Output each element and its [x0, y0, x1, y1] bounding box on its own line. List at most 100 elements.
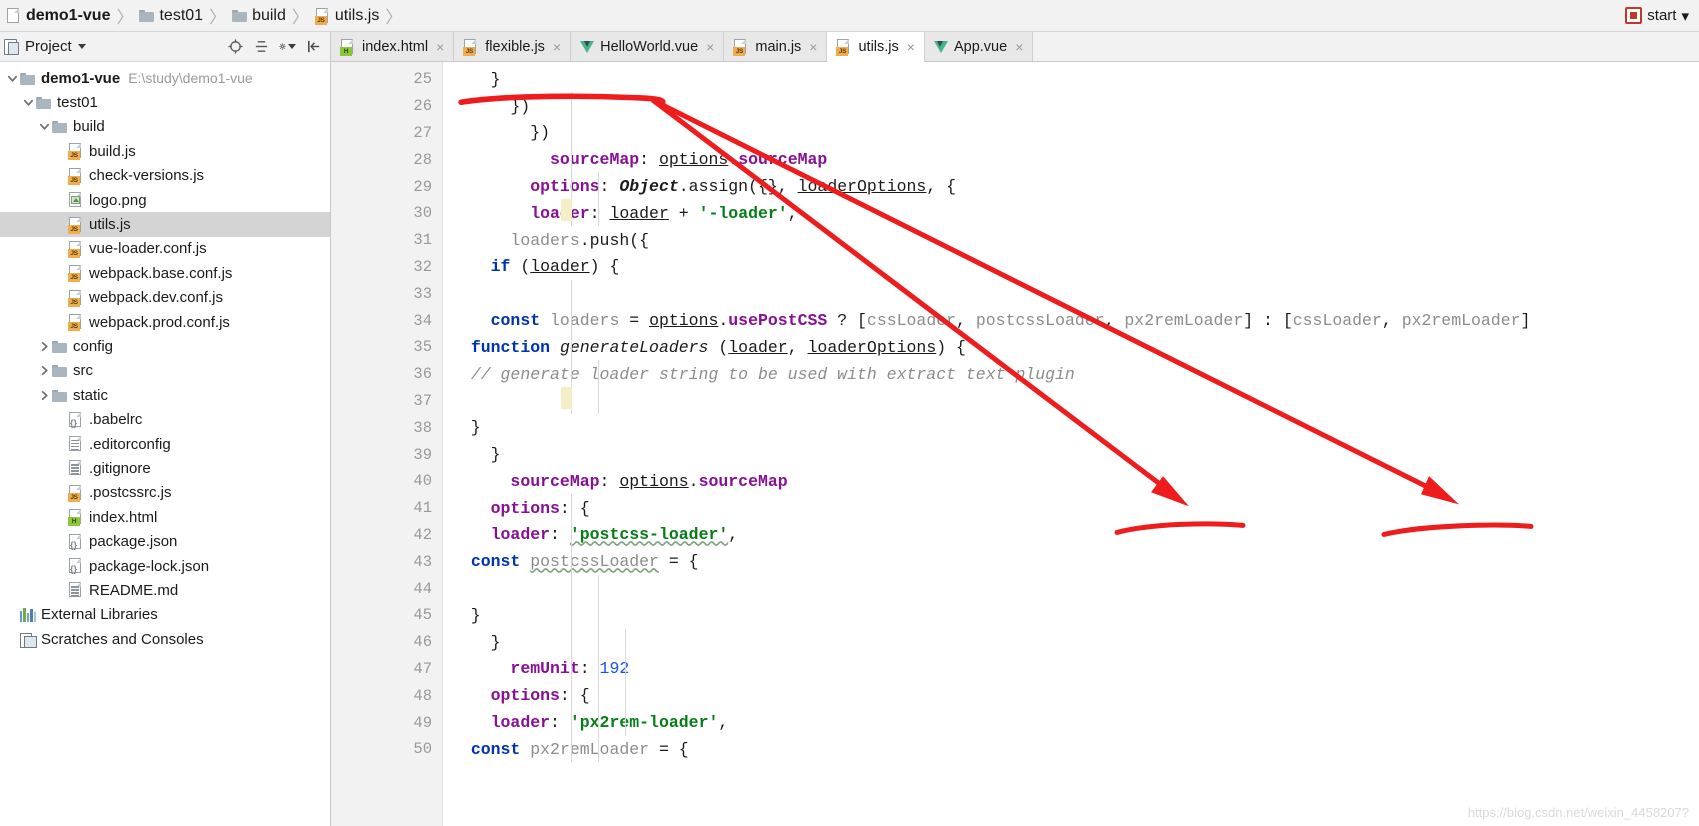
line-number[interactable]: 42	[331, 522, 442, 549]
tree-item-webpack-base-conf-js[interactable]: JS webpack.base.conf.js	[0, 261, 330, 285]
breadcrumb-item-test01[interactable]: test01	[139, 7, 203, 25]
tree-item-scratches-and-consoles[interactable]: Scratches and Consoles	[0, 627, 330, 651]
code-editor[interactable]: 25 26 27 28 29 30 31 32 33 34 35 36 37 38 39 40 41 42 43 44…	[331, 62, 1699, 826]
tree-item-config[interactable]: config	[0, 334, 330, 358]
code-line[interactable]: loader: loader + '-loader',	[443, 200, 1699, 227]
line-number[interactable]: 31	[331, 227, 442, 254]
tree-item-build-js[interactable]: JS build.js	[0, 139, 330, 163]
tree-item-src[interactable]: src	[0, 359, 330, 383]
code-line[interactable]: }	[443, 66, 1699, 93]
hide-panel-icon[interactable]	[305, 38, 322, 55]
line-number[interactable]: 36	[331, 361, 468, 388]
tree-item-package-lock-json[interactable]: {} package-lock.json	[0, 554, 330, 578]
run-config-selector[interactable]: start ▾	[1625, 7, 1689, 25]
project-title[interactable]: Project	[4, 38, 86, 55]
code-line[interactable]: const loaders = options. usePostCSS ? [cs…	[443, 307, 1699, 334]
chevron-right-icon[interactable]	[36, 390, 52, 401]
chevron-down-icon[interactable]	[4, 73, 20, 84]
code-content[interactable]: } }) }) sourceMap: options. sourceMap opt…	[443, 62, 1699, 826]
tree-item-index-html[interactable]: Hindex.html	[0, 505, 330, 529]
code-line[interactable]: options: {	[443, 495, 1699, 522]
line-number[interactable]: 46	[331, 629, 468, 656]
line-number[interactable]: 45	[331, 602, 442, 629]
close-icon[interactable]: ×	[907, 39, 915, 55]
line-number[interactable]: 47	[331, 656, 442, 683]
code-line[interactable]	[443, 388, 1699, 415]
tree-item-check-versions-js[interactable]: JS check-versions.js	[0, 164, 330, 188]
tree-item-gitignore[interactable]: .gitignore	[0, 456, 330, 480]
code-line[interactable]: options: Object. assign ({}, loaderOptions…	[443, 173, 1699, 200]
line-number[interactable]: 34	[331, 307, 468, 334]
code-line[interactable]: })	[443, 120, 1699, 147]
code-line[interactable]: function generateLoaders (loader, loader…	[443, 334, 1699, 361]
code-line[interactable]: remUnit: 192	[443, 656, 1699, 683]
line-number[interactable]: 29	[331, 173, 468, 200]
line-number[interactable]: 38	[331, 414, 442, 441]
tree-item-webpack-dev-conf-js[interactable]: JS webpack.dev.conf.js	[0, 286, 330, 310]
tree-item-demo1-vue[interactable]: demo1-vue E:\study\demo1-vue	[0, 66, 330, 90]
tree-item-readme-md[interactable]: README.md	[0, 578, 330, 602]
code-line[interactable]: loader: 'postcss-loader',	[443, 522, 1699, 549]
locate-icon[interactable]	[227, 38, 244, 55]
line-number[interactable]: 39	[331, 441, 442, 468]
line-number[interactable]: 35	[331, 334, 442, 361]
tree-item-external-libraries[interactable]: External Libraries	[0, 603, 330, 627]
editor-tab-bar[interactable]: Hindex.html × JS flexible.js × HelloWorld.vue…	[331, 32, 1699, 62]
code-line[interactable]: }	[443, 629, 1699, 656]
code-line[interactable]: })	[443, 93, 1699, 120]
code-line[interactable]: }	[443, 602, 1699, 629]
code-line[interactable]: const px2remLoader = {	[443, 736, 1699, 763]
editor-tab-index-html[interactable]: Hindex.html ×	[331, 32, 455, 61]
line-number[interactable]: 28	[331, 146, 442, 173]
line-number[interactable]: 44	[331, 575, 468, 602]
tree-item-package-json[interactable]: {} package.json	[0, 529, 330, 553]
code-line[interactable]: loaders. push({	[443, 227, 1699, 254]
line-number[interactable]: 25	[331, 66, 468, 93]
code-line[interactable]: if (loader) {	[443, 254, 1699, 281]
tree-item-static[interactable]: static	[0, 383, 330, 407]
close-icon[interactable]: ×	[1015, 39, 1023, 55]
expand-collapse-icon[interactable]	[253, 38, 270, 55]
line-number[interactable]: 27	[331, 120, 468, 147]
close-icon[interactable]: ×	[436, 39, 444, 55]
editor-tab-helloworld-vue[interactable]: HelloWorld.vue ×	[571, 32, 725, 61]
tree-item-logo-png[interactable]: logo.png	[0, 188, 330, 212]
editor-tab-app-vue[interactable]: App.vue ×	[924, 32, 1034, 61]
tree-item-webpack-prod-conf-js[interactable]: JS webpack.prod.conf.js	[0, 310, 330, 334]
editor-tab-utils-js[interactable]: JS utils.js ×	[827, 32, 925, 62]
editor-tab-flexible-js[interactable]: JS flexible.js ×	[454, 32, 572, 61]
line-number[interactable]: 50	[331, 736, 468, 763]
project-tree[interactable]: demo1-vue E:\study\demo1-vue test01 build JS…	[0, 62, 330, 826]
breadcrumb-item-utils-js[interactable]: JS utils.js	[314, 7, 379, 25]
chevron-right-icon[interactable]	[36, 341, 52, 352]
code-line[interactable]	[443, 280, 1699, 307]
settings-gear-icon[interactable]	[279, 38, 296, 55]
line-number[interactable]: 30	[331, 200, 468, 227]
tree-item-utils-js[interactable]: JS utils.js	[0, 212, 330, 237]
line-number-gutter[interactable]: 25 26 27 28 29 30 31 32 33 34 35 36 37 38 39 40 41 42 43 44…	[331, 62, 468, 826]
code-line[interactable]: }	[443, 414, 1699, 441]
chevron-right-icon[interactable]	[36, 365, 52, 376]
code-line[interactable]: sourceMap: options. sourceMap	[443, 468, 1699, 495]
chevron-down-icon[interactable]	[20, 97, 36, 108]
code-line[interactable]: // generate loader string to be used wit…	[443, 361, 1699, 388]
code-line[interactable]	[443, 575, 1699, 602]
code-line[interactable]: }	[443, 441, 1699, 468]
tree-item-editorconfig[interactable]: .editorconfig	[0, 432, 330, 456]
tree-item-postcssrc-js[interactable]: JS .postcssrc.js	[0, 481, 330, 505]
line-number[interactable]: 33	[331, 280, 442, 307]
tree-item-build[interactable]: build	[0, 115, 330, 139]
line-number[interactable]: 48	[331, 682, 468, 709]
line-number[interactable]: 43	[331, 548, 468, 575]
editor-tab-main-js[interactable]: JS main.js ×	[724, 32, 828, 61]
breadcrumb-item-demo1-vue[interactable]: demo1-vue	[6, 7, 110, 25]
line-number[interactable]: 49	[331, 709, 468, 736]
tree-item-babelrc[interactable]: {} .babelrc	[0, 407, 330, 431]
chevron-down-icon[interactable]	[36, 121, 52, 132]
line-number[interactable]: 40	[331, 468, 468, 495]
close-icon[interactable]: ×	[553, 39, 561, 55]
code-line[interactable]: options: {	[443, 682, 1699, 709]
code-line[interactable]: const postcssLoader = {	[443, 548, 1699, 575]
tree-item-test01[interactable]: test01	[0, 90, 330, 114]
code-line[interactable]: loader: 'px2rem-loader',	[443, 709, 1699, 736]
